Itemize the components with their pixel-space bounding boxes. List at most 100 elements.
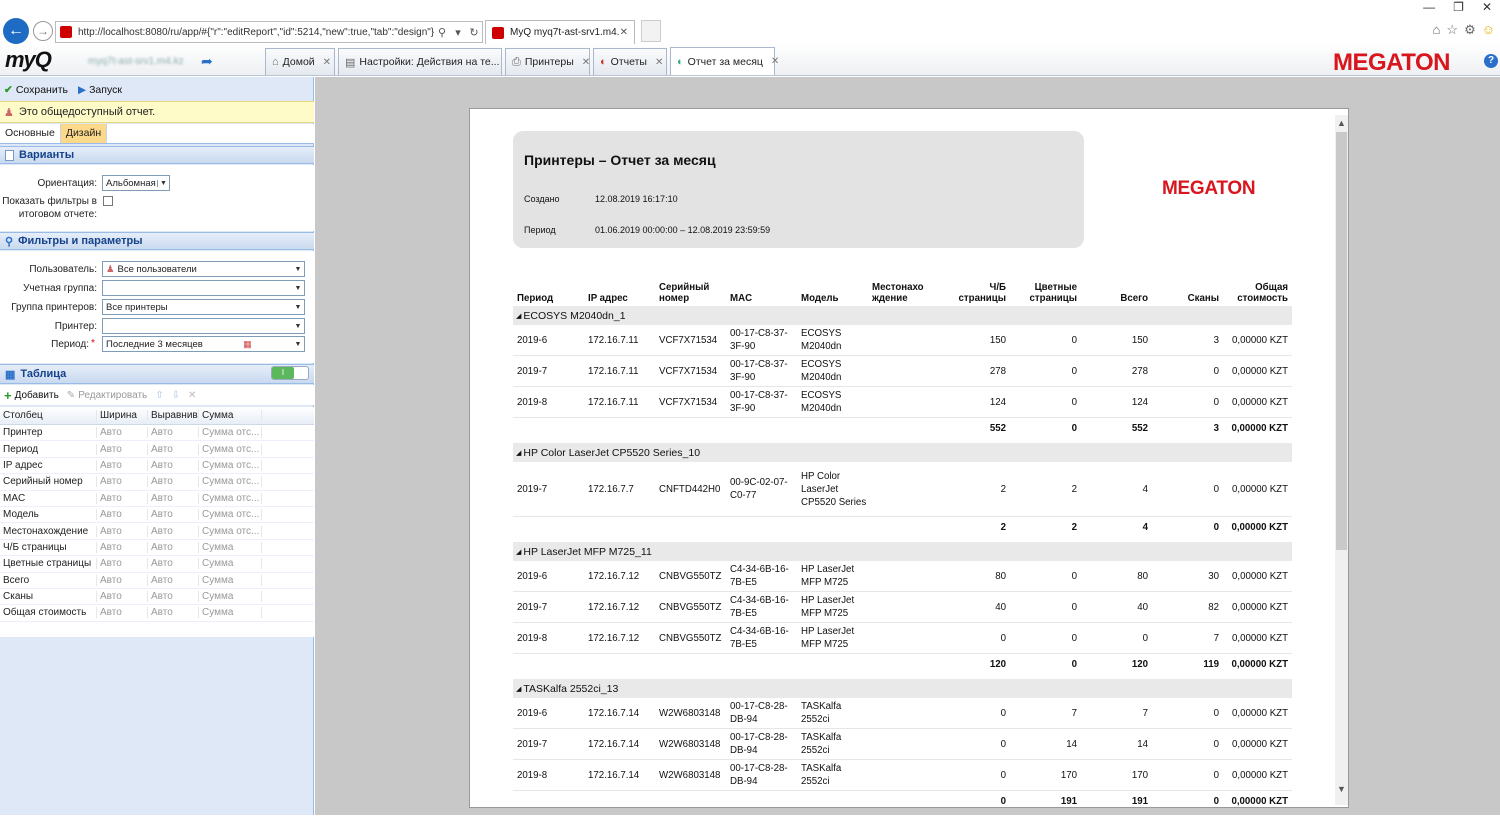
user-select[interactable]: ♟ Все пользователи ▼ bbox=[102, 261, 305, 277]
close-icon[interactable]: ✕ bbox=[771, 56, 779, 67]
star-icon[interactable]: ☆ bbox=[1446, 22, 1458, 38]
home-icon[interactable]: ⌂ bbox=[1433, 22, 1441, 38]
report-table: Период IP адрес Серийный номер MAC Модель Мест… bbox=[513, 270, 1292, 816]
group-header[interactable]: ◢ HP LaserJet MFP M725_11 bbox=[513, 542, 1292, 561]
new-tab-button[interactable] bbox=[641, 20, 661, 42]
tab-monthly-report[interactable]: ◐ Отчет за месяц ✕ bbox=[670, 47, 779, 75]
address-bar[interactable]: http://localhost:8080/ru/app/#{"r":"edit… bbox=[55, 21, 483, 43]
grid-row[interactable]: Общая стоимость Авто Авто Сумма bbox=[0, 605, 314, 622]
chevron-down-icon[interactable]: ▼ bbox=[292, 285, 304, 292]
table-toggle[interactable]: I bbox=[271, 366, 309, 380]
grid-row[interactable]: Всего Авто Авто Сумма bbox=[0, 573, 314, 589]
restore-button[interactable]: ❐ bbox=[1453, 0, 1464, 14]
collapse-triangle-icon[interactable]: ◢ bbox=[516, 685, 521, 693]
header-align[interactable]: Выравнива bbox=[148, 410, 199, 421]
scroll-up-icon[interactable]: ▲ bbox=[1337, 118, 1346, 128]
chevron-down-icon[interactable]: ▼ bbox=[157, 179, 169, 187]
close-window-button[interactable]: ✕ bbox=[1482, 0, 1492, 14]
header-line: Сканы bbox=[1187, 293, 1219, 304]
header-cell: Общая стоимость bbox=[1223, 282, 1292, 304]
check-icon: ✔ bbox=[4, 84, 13, 96]
grid-row[interactable]: Принтер Авто Авто Сумма отс... bbox=[0, 425, 314, 442]
group-name: TASKalfa 2552ci_13 bbox=[523, 682, 619, 695]
grid-row[interactable]: Сканы Авто Авто Сумма bbox=[0, 589, 314, 606]
back-arrow-icon[interactable]: ← bbox=[3, 18, 29, 44]
grid-row[interactable]: Местонахождение Авто Авто Сумма отс... bbox=[0, 523, 314, 540]
tab-home[interactable]: ⌂ Домой ✕ bbox=[265, 48, 335, 75]
edit-column-button[interactable]: ✎ Редактировать bbox=[67, 390, 147, 401]
table-cell: 0 bbox=[1000, 769, 1006, 781]
printer-select[interactable]: ▼ bbox=[102, 318, 305, 334]
address-url[interactable]: http://localhost:8080/ru/app/#{"r":"edit… bbox=[78, 27, 434, 38]
grid-row[interactable]: MAC Авто Авто Сумма отс... bbox=[0, 491, 314, 507]
scroll-down-icon[interactable]: ▼ bbox=[1337, 784, 1346, 794]
table-section-header[interactable]: ▦ Таблица bbox=[0, 364, 314, 384]
group-header[interactable]: ◢ ECOSYS M2040dn_1 bbox=[513, 306, 1292, 325]
refresh-arrow-icon[interactable]: ➦ bbox=[201, 53, 213, 70]
collapse-triangle-icon[interactable]: ◢ bbox=[516, 312, 521, 320]
close-icon[interactable]: ✕ bbox=[323, 57, 331, 68]
move-down-icon[interactable]: ⇩ bbox=[172, 390, 180, 401]
tab-printers[interactable]: ⎙ Принтеры ✕ bbox=[505, 48, 590, 75]
chevron-down-icon[interactable]: ▼ bbox=[292, 304, 304, 311]
table-cell: CNBVG550TZ bbox=[659, 570, 722, 582]
collapse-triangle-icon[interactable]: ◢ bbox=[516, 449, 521, 457]
refresh-icon[interactable]: ↻ bbox=[466, 26, 482, 39]
move-up-icon[interactable]: ⇧ bbox=[155, 390, 163, 401]
show-filters-checkbox[interactable] bbox=[103, 196, 113, 206]
run-button[interactable]: ▶ Запуск bbox=[78, 84, 122, 96]
grid-row[interactable]: Цветные страницы Авто Авто Сумма bbox=[0, 556, 314, 573]
help-icon[interactable]: ? bbox=[1484, 54, 1498, 68]
save-button[interactable]: ✔ Сохранить bbox=[4, 84, 68, 96]
close-tab-icon[interactable]: ✕ bbox=[620, 27, 628, 38]
close-icon[interactable]: ✕ bbox=[582, 57, 590, 68]
forward-arrow-icon[interactable]: → bbox=[33, 21, 53, 41]
run-label: Запуск bbox=[89, 84, 122, 96]
grid-row[interactable]: IP адрес Авто Авто Сумма отс... bbox=[0, 458, 314, 475]
table-cell: ECOSYS M2040dn bbox=[801, 328, 842, 352]
chevron-down-icon[interactable]: ▼ bbox=[292, 341, 304, 348]
tab-basic[interactable]: Основные bbox=[0, 124, 61, 143]
header-sum[interactable]: Сумма bbox=[199, 410, 262, 421]
header-column[interactable]: Столбец bbox=[0, 410, 97, 421]
collapse-triangle-icon[interactable]: ◢ bbox=[516, 548, 521, 556]
orientation-label: Ориентация: bbox=[37, 178, 97, 189]
chevron-down-icon[interactable]: ▼ bbox=[292, 266, 304, 273]
dropdown-icon[interactable]: ▾ bbox=[450, 26, 466, 39]
table-cell: 0 bbox=[1071, 365, 1077, 377]
group-header[interactable]: ◢ TASKalfa 2552ci_13 bbox=[513, 679, 1292, 698]
grid-row[interactable]: Серийный номер Авто Авто Сумма отс... bbox=[0, 474, 314, 491]
tab-design[interactable]: Дизайн bbox=[60, 124, 108, 143]
search-icon[interactable]: ⚲ bbox=[434, 26, 450, 39]
minimize-button[interactable]: — bbox=[1423, 0, 1435, 14]
chevron-down-icon[interactable]: ▼ bbox=[292, 323, 304, 330]
table-cell: 0 bbox=[1213, 365, 1219, 377]
header-width[interactable]: Ширина bbox=[97, 410, 148, 421]
scrollbar-thumb[interactable] bbox=[1336, 132, 1347, 550]
cell-sum: Сумма bbox=[199, 558, 262, 570]
smiley-icon[interactable]: ☺ bbox=[1482, 22, 1495, 38]
tab-settings[interactable]: ▤ Настройки: Действия на те... ✕ bbox=[338, 48, 516, 75]
printer-group-select[interactable]: Все принтеры ▼ bbox=[102, 299, 305, 315]
gear-icon[interactable]: ⚙ bbox=[1464, 22, 1476, 38]
variants-section-header[interactable]: Варианты bbox=[0, 146, 314, 164]
table-cell: 3 bbox=[1213, 334, 1219, 346]
group-header[interactable]: ◢ HP Color LaserJet CP5520 Series_10 bbox=[513, 443, 1292, 462]
close-icon[interactable]: ✕ bbox=[655, 57, 663, 68]
cell-width: Авто bbox=[97, 427, 148, 439]
filters-section-header[interactable]: ⚲ Фильтры и параметры bbox=[0, 232, 314, 250]
add-column-button[interactable]: + Добавить bbox=[4, 388, 59, 403]
edit-label: Редактировать bbox=[78, 389, 148, 401]
account-group-select[interactable]: ▼ bbox=[102, 280, 305, 296]
period-select[interactable]: Последние 3 месяцев ▦ ▼ bbox=[102, 336, 305, 352]
calendar-icon[interactable]: ▦ bbox=[241, 339, 253, 350]
grid-row[interactable]: Модель Авто Авто Сумма отс... bbox=[0, 507, 314, 524]
table-cell: TASKalfa 2552ci bbox=[801, 701, 842, 725]
grid-row[interactable]: Период Авто Авто Сумма отс... bbox=[0, 441, 314, 458]
browser-tab[interactable]: MyQ myq7t-ast-srv1.m4.kz ✕ bbox=[485, 20, 635, 44]
delete-icon[interactable]: ✕ bbox=[188, 390, 196, 401]
tab-reports[interactable]: ◐ Отчеты ✕ bbox=[593, 48, 667, 75]
grid-row[interactable]: Ч/Б страницы Авто Авто Сумма bbox=[0, 540, 314, 557]
orientation-select[interactable]: Альбомная ▼ bbox=[102, 175, 170, 191]
table-cell: HP LaserJet MFP M725 bbox=[801, 626, 855, 650]
